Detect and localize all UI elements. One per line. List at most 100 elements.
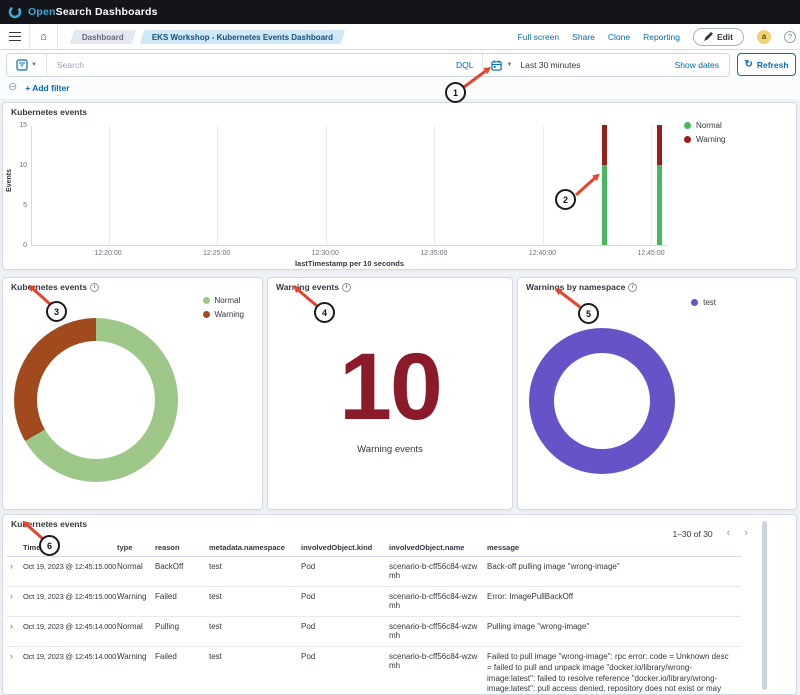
user-avatar[interactable]: a <box>757 30 771 44</box>
refresh-button[interactable]: ↻ Refresh <box>737 53 796 76</box>
panel-title: Warnings by namespacei <box>526 282 637 292</box>
panel-kubernetes-events-table: Kubernetes events 1–30 of 30 ‹ › Time▼ty… <box>2 514 797 695</box>
edit-button[interactable]: Edit <box>693 28 744 46</box>
legend-item-test[interactable]: test <box>691 298 716 307</box>
table-row: ›Oct 19, 2023 @ 12:45:14.000Warning Faile… <box>7 647 741 694</box>
show-dates-button[interactable]: Show dates <box>675 60 729 70</box>
filter-funnel-icon <box>16 59 28 71</box>
legend-item-normal[interactable]: Normal <box>203 296 245 305</box>
annotation-circle-3: 3 <box>46 301 67 322</box>
panel-title: Warning eventsi <box>276 282 351 292</box>
cell-namespace: test <box>209 622 301 640</box>
panel-title: Kubernetes events <box>11 519 87 529</box>
previous-page-button[interactable]: ‹ <box>727 528 731 539</box>
row-expand-button[interactable]: › <box>7 592 23 610</box>
add-filter-link[interactable]: + Add filter <box>25 83 69 93</box>
search-input[interactable] <box>47 54 447 76</box>
cell-reason: Pulling <box>155 622 209 640</box>
query-box: ▼ DQL ▼ Last 30 minutes Show dates <box>6 53 730 77</box>
info-icon[interactable]: i <box>342 283 351 292</box>
cell-kind: Pod <box>301 592 389 610</box>
home-icon[interactable]: ⌂ <box>30 24 58 49</box>
table-scrollbar[interactable] <box>762 521 767 690</box>
legend-dot <box>203 311 210 318</box>
annotation-circle-4: 4 <box>314 302 335 323</box>
cell-type: Normal <box>117 622 155 640</box>
column-header-involvedobject-kind[interactable]: involvedObject.kind <box>301 543 389 552</box>
bar-segment-normal[interactable] <box>657 165 662 245</box>
date-picker-button[interactable]: ▼ <box>483 54 520 76</box>
legend-dot <box>691 299 698 306</box>
header-spacer <box>7 543 23 552</box>
column-header-metadata-namespace[interactable]: metadata.namespace <box>209 543 301 552</box>
edit-button-label: Edit <box>717 32 733 42</box>
nav-bar: ⌂ Dashboard EKS Workshop - Kubernetes Ev… <box>0 24 800 50</box>
gridline <box>651 126 652 245</box>
x-axis-tick-label: 12:40:00 <box>520 250 564 257</box>
x-axis-title: lastTimestamp per 10 seconds <box>31 259 668 268</box>
cell-time: Oct 19, 2023 @ 12:45:14.000 <box>23 652 117 694</box>
calendar-icon <box>491 60 502 71</box>
events-donut-chart[interactable] <box>14 318 178 482</box>
legend-dot <box>684 136 691 143</box>
cell-kind: Pod <box>301 652 389 694</box>
column-header-time[interactable]: Time▼ <box>23 543 117 552</box>
legend-item-warning[interactable]: Warning <box>684 135 726 144</box>
filter-disabled-icon[interactable]: ⊖ <box>8 82 17 93</box>
legend-item-normal[interactable]: Normal <box>684 121 726 130</box>
table-row: ›Oct 19, 2023 @ 12:45:15.000WarningFaile… <box>7 587 741 617</box>
bar-segment-warning[interactable] <box>657 125 662 165</box>
query-bar-strip: ▼ DQL ▼ Last 30 minutes Show dates ↻ Ref… <box>0 50 800 99</box>
bar-segment-normal[interactable] <box>602 165 607 245</box>
info-icon[interactable]: i <box>90 283 99 292</box>
cell-message: Pulling image "wrong-image" <box>487 622 741 640</box>
cell-type: Warning <box>117 652 155 694</box>
clone-link[interactable]: Clone <box>608 32 630 42</box>
breadcrumb-dashboard[interactable]: Dashboard <box>70 30 136 44</box>
menu-hamburger-icon[interactable] <box>0 24 30 49</box>
refresh-button-label: Refresh <box>757 60 789 70</box>
chevron-down-icon: ▼ <box>31 62 37 68</box>
bar-chart-plot-area <box>31 126 668 246</box>
row-expand-button[interactable]: › <box>7 622 23 640</box>
annotation-circle-5: 5 <box>578 303 599 324</box>
panel-warning-events-metric: Warning eventsi 10 Warning events <box>267 277 513 510</box>
column-header-type[interactable]: type <box>117 543 155 552</box>
namespace-donut-chart[interactable] <box>529 328 675 474</box>
help-icon[interactable]: ? <box>784 31 796 43</box>
info-icon[interactable]: i <box>628 283 637 292</box>
column-header-involvedobject-name[interactable]: involvedObject.name <box>389 543 487 552</box>
share-link[interactable]: Share <box>572 32 595 42</box>
bar-segment-warning[interactable] <box>602 125 607 165</box>
cell-time: Oct 19, 2023 @ 12:45:15.000 <box>23 592 117 610</box>
breadcrumb-current-dashboard[interactable]: EKS Workshop - Kubernetes Events Dashboa… <box>140 30 346 44</box>
cell-message: Failed to pull image "wrong-image": rpc … <box>487 652 741 694</box>
table-row: ›Oct 19, 2023 @ 12:45:14.000NormalPullin… <box>7 617 741 647</box>
row-expand-button[interactable]: › <box>7 562 23 580</box>
next-page-button[interactable]: › <box>744 528 748 539</box>
cell-time: Oct 19, 2023 @ 12:45:15.000 <box>23 562 117 580</box>
legend-label: Warning <box>696 135 726 144</box>
cell-name: scenario-b-cff56c84-wzwmh <box>389 622 487 640</box>
saved-query-menu-button[interactable]: ▼ <box>7 54 47 76</box>
metric-label: Warning events <box>268 444 512 455</box>
full-screen-link[interactable]: Full screen <box>518 32 560 42</box>
gridline <box>217 126 218 245</box>
column-header-message[interactable]: message <box>487 543 741 552</box>
breadcrumb: Dashboard EKS Workshop - Kubernetes Even… <box>72 30 343 44</box>
legend-label: Normal <box>215 296 241 305</box>
gridline <box>109 126 110 245</box>
column-header-reason[interactable]: reason <box>155 543 209 552</box>
cell-name: scenario-b-cff56c84-wzwmh <box>389 652 487 694</box>
row-expand-button[interactable]: › <box>7 652 23 694</box>
panel-title: Kubernetes eventsi <box>11 282 99 292</box>
pagination-range-label: 1–30 of 30 <box>672 529 712 539</box>
cell-namespace: test <box>209 562 301 580</box>
reporting-link[interactable]: Reporting <box>643 32 680 42</box>
dql-language-button[interactable]: DQL <box>447 54 483 76</box>
time-range-label[interactable]: Last 30 minutes <box>520 60 580 70</box>
legend-dot <box>203 297 210 304</box>
x-axis-tick-label: 12:30:00 <box>303 250 347 257</box>
cell-message: Back-off pulling image "wrong-image" <box>487 562 741 580</box>
legend-item-warning[interactable]: Warning <box>203 310 245 319</box>
